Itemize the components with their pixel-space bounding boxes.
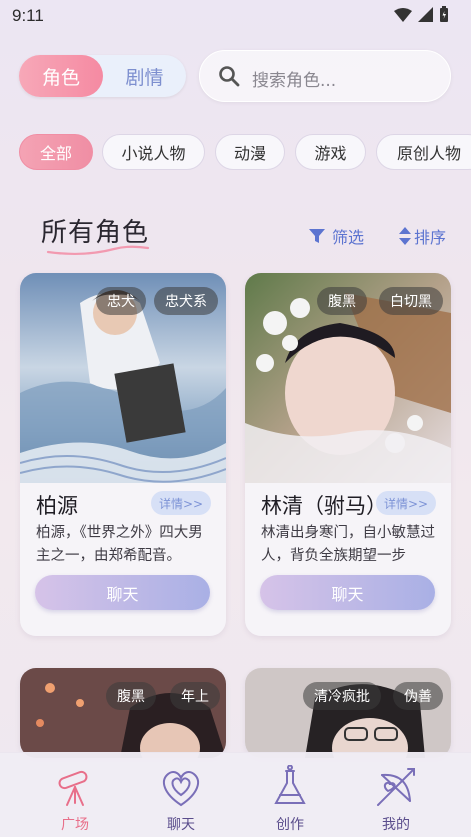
status-bar: 9:11: [0, 0, 471, 34]
chip-all[interactable]: 全部: [19, 134, 93, 170]
nav-label: 创作: [276, 817, 304, 833]
trait-tag: 伪善: [393, 682, 443, 710]
search-placeholder: 搜索角色...: [252, 71, 337, 91]
character-name: 林清（驸马）: [261, 494, 387, 518]
chip-original-characters[interactable]: 原创人物: [376, 134, 471, 170]
nav-chat[interactable]: 聊天: [131, 753, 231, 837]
filter-icon: [309, 229, 325, 243]
trait-tag: 白切黑: [379, 287, 443, 315]
category-chips: 全部 小说人物 动漫 游戏 原创人物: [19, 134, 471, 170]
search-icon: [219, 66, 240, 87]
character-card[interactable]: 腹黑 年上: [20, 668, 226, 758]
character-card[interactable]: 忠犬 忠犬系 柏源 详情>> 柏源，《世界之外》四大男主之一，由郑希配音。 聊天: [20, 273, 226, 636]
trait-tag: 忠犬: [96, 287, 146, 315]
chip-games[interactable]: 游戏: [295, 134, 366, 170]
potion-flask-icon: [274, 765, 306, 804]
nav-profile[interactable]: 我的: [346, 753, 446, 837]
bottom-nav: 广场 聊天 创作 我的: [0, 752, 471, 837]
details-button[interactable]: 详情>>: [151, 491, 211, 515]
status-time: 9:11: [12, 6, 44, 25]
character-name: 柏源: [36, 494, 78, 518]
sort-icon: [399, 227, 411, 245]
nav-label: 广场: [61, 817, 89, 833]
trait-tag: 腹黑: [106, 682, 156, 710]
trait-tag: 清冷疯批: [303, 682, 381, 710]
nav-create[interactable]: 创作: [240, 753, 340, 837]
details-button[interactable]: 详情>>: [376, 491, 436, 515]
trait-tag: 腹黑: [317, 287, 367, 315]
tab-characters[interactable]: 角色: [19, 55, 103, 97]
heart-spiral-icon: [163, 771, 199, 807]
trait-tag: 忠犬系: [154, 287, 218, 315]
character-description: 柏源，《世界之外》四大男主之一，由郑希配音。: [36, 525, 203, 564]
status-icons: [394, 6, 449, 23]
telescope-icon: [58, 770, 88, 806]
character-card[interactable]: 清冷疯批 伪善: [245, 668, 451, 758]
character-card[interactable]: 腹黑 白切黑 林清（驸马） 详情>> 林清出身寒门，自小敏慧过人，背负全族期望一…: [245, 273, 451, 636]
chip-anime[interactable]: 动漫: [215, 134, 285, 170]
nav-plaza[interactable]: 广场: [25, 753, 125, 837]
mode-switch: 角色 剧情: [19, 55, 186, 97]
wifi-icon: [394, 7, 412, 22]
signal-icon: [418, 7, 433, 22]
tab-stories[interactable]: 剧情: [103, 55, 186, 97]
sort-label: 排序: [414, 228, 447, 247]
filter-label: 筛选: [332, 228, 365, 247]
filter-button[interactable]: 筛选: [308, 224, 364, 248]
nav-label: 聊天: [167, 817, 195, 833]
cupid-bow-icon: [377, 768, 415, 806]
search-input[interactable]: 搜索角色...: [199, 50, 451, 102]
chat-button[interactable]: 聊天: [35, 575, 210, 610]
chat-button[interactable]: 聊天: [260, 575, 435, 610]
trait-tag: 年上: [170, 682, 220, 710]
character-description: 林清出身寒门，自小敏慧过人，背负全族期望一步: [261, 525, 435, 564]
sort-button[interactable]: 排序: [398, 224, 446, 248]
nav-label: 我的: [382, 817, 410, 833]
battery-icon: [440, 6, 448, 22]
title-underline: [46, 245, 150, 255]
chip-novel-characters[interactable]: 小说人物: [102, 134, 205, 170]
